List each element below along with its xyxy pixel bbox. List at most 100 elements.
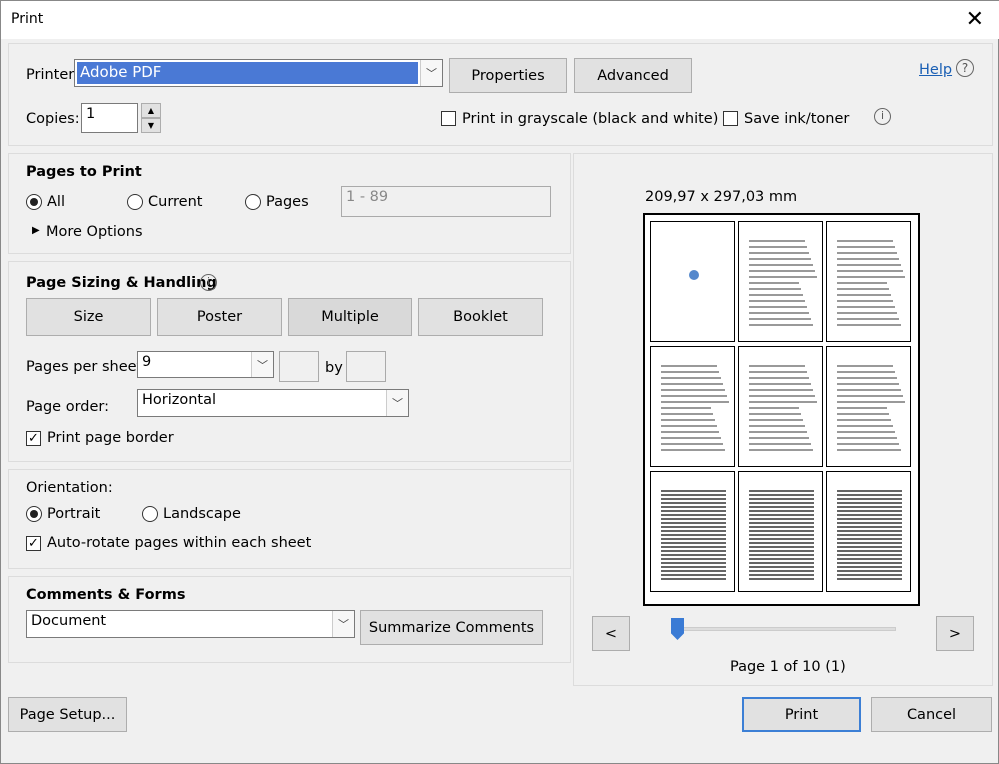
page-sizing-title: Page Sizing & Handling [26, 275, 217, 291]
custom-rows-input[interactable] [346, 351, 386, 382]
copies-down-button[interactable]: ▼ [141, 118, 161, 133]
text-line [749, 494, 814, 496]
text-line [661, 510, 726, 512]
text-line [661, 522, 726, 524]
grayscale-checkbox[interactable] [441, 111, 456, 126]
text-line [837, 294, 891, 296]
summarize-comments-button[interactable]: Summarize Comments [360, 610, 543, 645]
text-line [837, 566, 902, 568]
text-line [749, 437, 809, 439]
text-line [749, 300, 805, 302]
previous-page-button[interactable]: < [592, 616, 630, 651]
info-icon[interactable]: i [874, 108, 891, 125]
text-line [837, 413, 889, 415]
copies-input[interactable]: 1 [81, 103, 138, 133]
custom-cols-input[interactable] [279, 351, 319, 382]
expand-triangle-icon[interactable]: ▶ [32, 225, 40, 236]
text-line [837, 518, 902, 520]
text-line [749, 449, 813, 451]
pages-per-sheet-value: 9 [142, 354, 152, 370]
text-line [749, 562, 814, 564]
text-line [749, 578, 814, 580]
print-preview [643, 213, 920, 606]
text-line [661, 389, 725, 391]
text-line [661, 383, 723, 385]
multiple-tab[interactable]: Multiple [288, 298, 412, 336]
text-line [837, 498, 902, 500]
comments-select[interactable]: Document ﹀ [26, 610, 355, 638]
text-line [749, 413, 801, 415]
page-order-select[interactable]: Horizontal ﹀ [137, 389, 409, 417]
landscape-label: Landscape [163, 506, 241, 522]
text-line [749, 252, 809, 254]
text-line [749, 518, 814, 520]
print-button[interactable]: Print [742, 697, 861, 732]
text-line [749, 371, 807, 373]
portrait-label: Portrait [47, 506, 101, 522]
text-line [661, 407, 711, 409]
poster-tab[interactable]: Poster [157, 298, 282, 336]
text-line [749, 312, 809, 314]
text-line [837, 494, 902, 496]
auto-rotate-checkbox[interactable]: ✓ [26, 536, 41, 551]
pages-per-sheet-label: Pages per sheet: [26, 359, 148, 375]
print-border-label: Print page border [47, 430, 174, 446]
text-line [749, 318, 811, 320]
cancel-button[interactable]: Cancel [871, 697, 992, 732]
text-line [661, 534, 726, 536]
text-line [837, 377, 897, 379]
help-icon[interactable]: ? [956, 59, 974, 77]
text-line [749, 514, 814, 516]
text-line [837, 449, 901, 451]
text-line [749, 246, 807, 248]
paper-size-label: 209,97 x 297,03 mm [645, 189, 798, 205]
landscape-radio[interactable] [142, 506, 158, 522]
info-icon[interactable]: i [200, 274, 217, 291]
pages-radio[interactable] [245, 194, 261, 210]
next-page-button[interactable]: > [936, 616, 974, 651]
text-line [749, 530, 814, 532]
save-ink-checkbox[interactable] [723, 111, 738, 126]
page-slider-track[interactable] [671, 627, 896, 631]
text-line [837, 546, 902, 548]
by-label: by [325, 360, 343, 376]
text-line [749, 534, 814, 536]
print-border-checkbox[interactable]: ✓ [26, 431, 41, 446]
text-line [837, 562, 902, 564]
window-title: Print [11, 11, 44, 27]
all-radio[interactable] [26, 194, 42, 210]
pages-per-sheet-select[interactable]: 9 ﹀ [137, 351, 274, 378]
text-line [749, 574, 814, 576]
properties-button[interactable]: Properties [449, 58, 567, 93]
copies-up-button[interactable]: ▲ [141, 103, 161, 118]
text-line [749, 258, 811, 260]
advanced-button[interactable]: Advanced [574, 58, 692, 93]
page-setup-button[interactable]: Page Setup... [8, 697, 127, 732]
text-line [661, 494, 726, 496]
text-line [837, 282, 887, 284]
text-line [837, 530, 902, 532]
more-options-toggle[interactable]: More Options [46, 224, 143, 240]
text-line [837, 514, 902, 516]
help-link[interactable]: Help [919, 62, 952, 78]
pages-range-input[interactable]: 1 - 89 [341, 186, 551, 217]
printer-select[interactable]: Adobe PDF ﹀ [74, 59, 443, 87]
current-radio[interactable] [127, 194, 143, 210]
text-line [837, 306, 895, 308]
text-line [749, 510, 814, 512]
text-line [837, 570, 902, 572]
save-ink-label: Save ink/toner [744, 111, 850, 127]
text-line [837, 389, 901, 391]
page-thumbnail [826, 221, 911, 342]
pages-label: Pages [266, 194, 309, 210]
text-line [749, 498, 814, 500]
close-icon[interactable]: ✕ [966, 7, 984, 32]
booklet-tab[interactable]: Booklet [418, 298, 543, 336]
size-tab[interactable]: Size [26, 298, 151, 336]
portrait-radio[interactable] [26, 506, 42, 522]
text-line [837, 252, 897, 254]
text-line [837, 542, 902, 544]
text-line [661, 570, 726, 572]
text-line [661, 401, 729, 403]
printer-label: Printer: [26, 67, 79, 83]
